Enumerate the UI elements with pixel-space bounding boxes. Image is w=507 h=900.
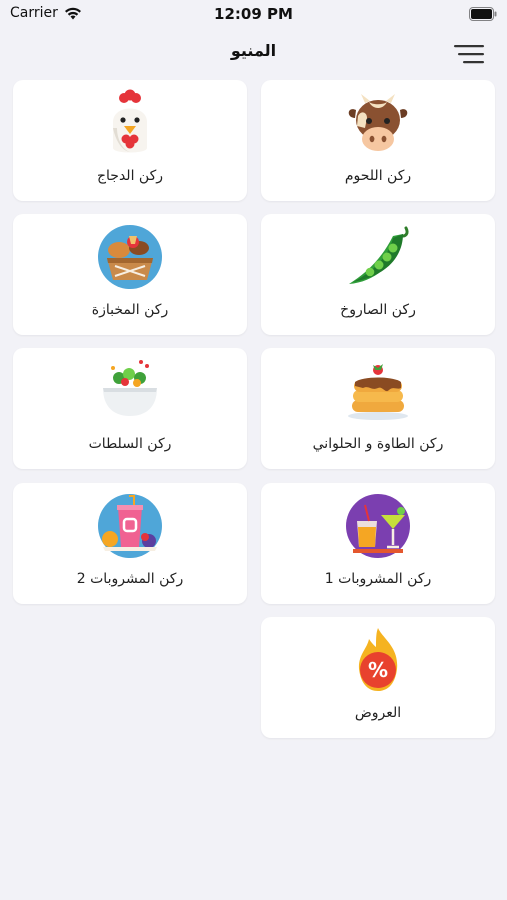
discount-fire-icon: % (358, 628, 398, 691)
category-card-rocket[interactable]: ركن الصاروخ (261, 214, 495, 335)
category-label: العروض (354, 705, 402, 721)
battery-icon (469, 7, 497, 21)
cow-icon (348, 94, 408, 151)
category-card-salads[interactable]: ركن السلطات (13, 348, 247, 469)
category-label: ركن الطاوة و الحلواني (312, 436, 444, 452)
svg-text:%: % (368, 658, 388, 682)
page-title: المنيو (230, 41, 277, 60)
pancakes-icon (348, 364, 408, 420)
category-card-chicken[interactable]: ركن الدجاج (13, 80, 247, 201)
status-bar: Carrier 12:09 PM (0, 0, 507, 30)
category-card-drinks-2[interactable]: ركن المشروبات 2 (13, 483, 247, 604)
category-label: ركن الصاروخ (340, 302, 416, 318)
pea-pod-icon (349, 226, 409, 284)
category-label: ركن اللحوم (344, 168, 412, 184)
category-label: ركن السلطات (88, 436, 172, 452)
navigation-bar: المنيو (0, 32, 507, 72)
salad-bowl-icon (103, 360, 157, 416)
category-card-drinks-1[interactable]: ركن المشروبات 1 (261, 483, 495, 604)
status-time: 12:09 PM (214, 5, 293, 23)
chicken-icon (113, 89, 147, 153)
category-label: ركن المشروبات 2 (76, 571, 184, 587)
menu-button[interactable] (452, 42, 486, 66)
hamburger-menu-icon (454, 45, 484, 64)
cocktail-icon (346, 494, 410, 558)
category-label: ركن المشروبات 1 (324, 571, 432, 587)
bread-basket-icon (98, 225, 162, 289)
juice-cup-icon (98, 494, 162, 558)
category-card-meat[interactable]: ركن اللحوم (261, 80, 495, 201)
category-card-bakery[interactable]: ركن المخبازة (13, 214, 247, 335)
category-card-griddle-sweets[interactable]: ركن الطاوة و الحلواني (261, 348, 495, 469)
category-label: ركن المخبازة (91, 302, 169, 318)
category-card-offers[interactable]: % العروض (261, 617, 495, 738)
category-label: ركن الدجاج (97, 168, 163, 184)
